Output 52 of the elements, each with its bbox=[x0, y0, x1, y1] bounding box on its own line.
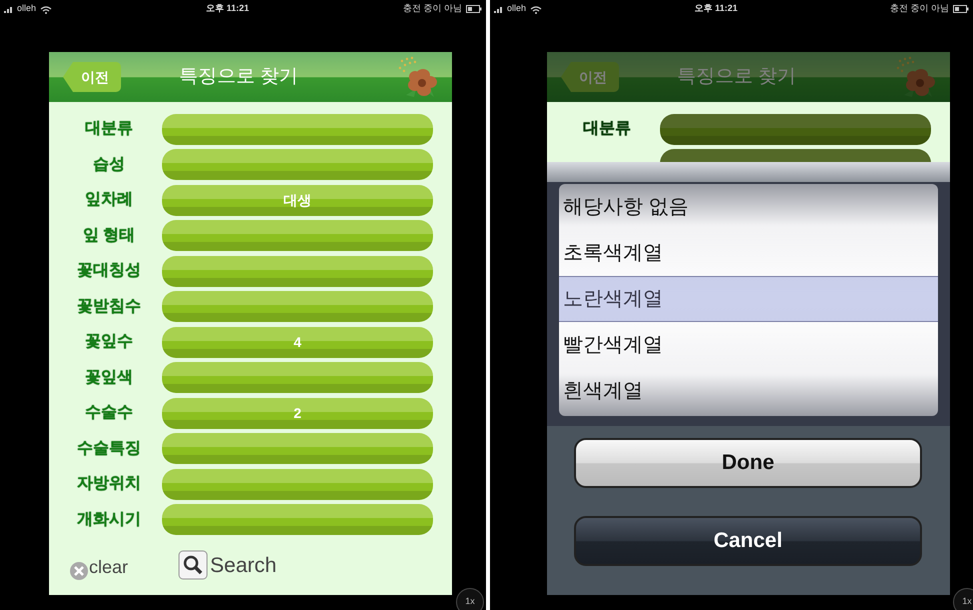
wifi-icon bbox=[530, 4, 542, 14]
screen-title: 특징으로 찾기 bbox=[178, 64, 300, 89]
clear-icon bbox=[69, 561, 89, 581]
select-field[interactable] bbox=[162, 362, 433, 393]
zoom-button[interactable]: 1x bbox=[456, 588, 484, 610]
signal-icon bbox=[494, 4, 503, 14]
wifi-icon bbox=[40, 4, 52, 14]
battery-icon bbox=[466, 5, 482, 13]
field-label: 습성 bbox=[92, 154, 126, 174]
search-icon bbox=[178, 550, 208, 580]
carrier-name: olleh bbox=[17, 2, 36, 16]
signal-icon bbox=[4, 4, 13, 14]
field-label: 대분류 bbox=[582, 119, 632, 139]
field-label: 수술특징 bbox=[76, 438, 142, 458]
clock-time: 오후 11:21 bbox=[694, 2, 738, 16]
select-field[interactable] bbox=[162, 256, 433, 286]
field-label: 꽃잎색 bbox=[84, 368, 134, 388]
clear-button[interactable]: clear bbox=[69, 554, 128, 581]
picker-option[interactable]: 해당사항 없음 bbox=[559, 184, 938, 230]
clock-time: 오후 11:21 bbox=[206, 2, 250, 16]
select-field[interactable] bbox=[162, 468, 433, 500]
select-field[interactable] bbox=[162, 149, 433, 180]
flower-icon bbox=[396, 55, 440, 99]
select-field[interactable] bbox=[162, 433, 433, 464]
select-field[interactable] bbox=[660, 114, 931, 144]
field-label: 꽃잎수 bbox=[84, 332, 134, 352]
battery-status: 충전 중이 아님 bbox=[890, 2, 949, 16]
done-button[interactable]: Done bbox=[574, 438, 922, 488]
cancel-button[interactable]: Cancel bbox=[574, 516, 922, 566]
field-label: 자방위치 bbox=[76, 474, 142, 494]
field-label: 대분류 bbox=[84, 119, 134, 139]
picker-option[interactable]: 초록색계열 bbox=[559, 230, 938, 276]
field-label: 잎 형태 bbox=[82, 226, 136, 246]
field-label: 꽃받침수 bbox=[76, 296, 142, 316]
flower-icon bbox=[894, 55, 938, 99]
search-button[interactable]: Search bbox=[178, 550, 277, 581]
carrier-name: olleh bbox=[507, 2, 526, 16]
field-label: 수술수 bbox=[84, 403, 134, 423]
field-label: 꽃대칭성 bbox=[76, 261, 142, 281]
picker-option[interactable]: 노란색계열 bbox=[559, 276, 938, 322]
select-field[interactable] bbox=[162, 291, 433, 322]
picker-option[interactable]: 빨간색계열 bbox=[559, 322, 938, 368]
battery-status: 충전 중이 아님 bbox=[402, 2, 462, 16]
field-label: 잎차례 bbox=[84, 190, 134, 210]
field-label: 개화시기 bbox=[76, 510, 142, 530]
screen-title: 특징으로 찾기 bbox=[676, 64, 798, 89]
select-field[interactable] bbox=[162, 114, 433, 144]
picker-option[interactable]: 흰색계열 bbox=[559, 368, 938, 414]
select-field[interactable] bbox=[162, 504, 433, 535]
select-field[interactable] bbox=[162, 220, 433, 251]
battery-icon bbox=[953, 5, 969, 13]
zoom-button[interactable]: 1x bbox=[953, 588, 973, 610]
